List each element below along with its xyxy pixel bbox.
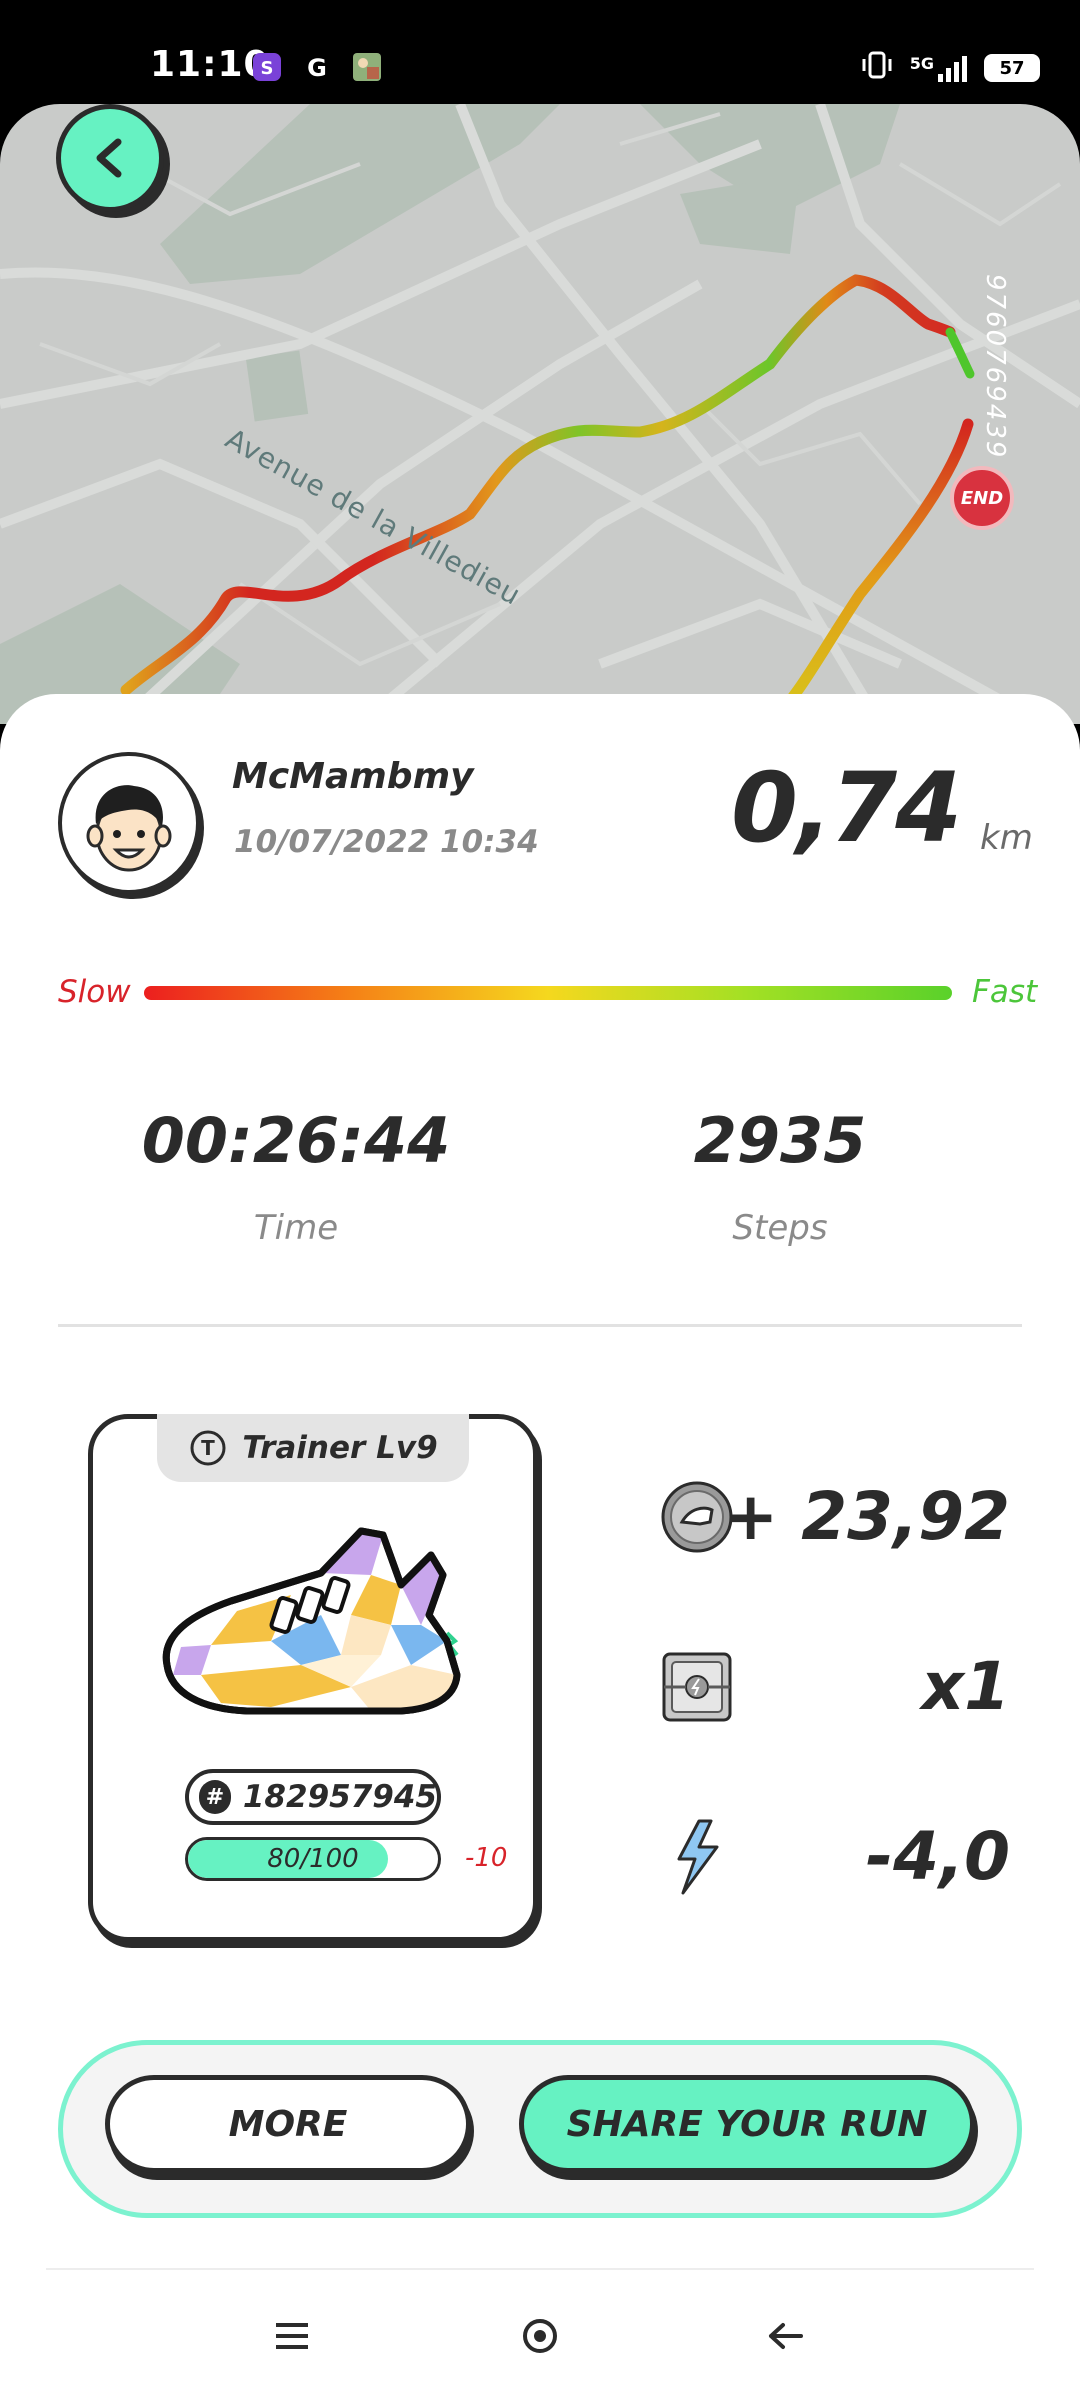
- distance-value: 0,74: [731, 752, 962, 864]
- time-label: Time: [253, 1208, 339, 1248]
- speed-fast-label: Fast: [972, 974, 1038, 1010]
- avatar[interactable]: [58, 752, 200, 894]
- mystery-box-row: x1: [650, 1640, 1010, 1730]
- battery-level: 57: [999, 57, 1025, 79]
- username: McMambmy: [232, 756, 474, 797]
- sneaker-type-tab: T Trainer Lv9: [157, 1414, 469, 1482]
- avatar-face-icon: [86, 785, 172, 872]
- mystery-box-value: x1: [921, 1648, 1011, 1725]
- vibrate-icon: [862, 50, 896, 86]
- action-button-tray: MORE SHARE YOUR RUN: [58, 2040, 1022, 2218]
- speed-slow-label: Slow: [58, 974, 131, 1010]
- chevron-left-icon: [96, 138, 122, 178]
- menu-icon[interactable]: [262, 2306, 322, 2366]
- signal-icon: 5G: [910, 54, 970, 82]
- system-nav-bar: [0, 2274, 1080, 2400]
- steps-label: Steps: [732, 1208, 828, 1248]
- status-notification-icons: S G: [252, 52, 382, 82]
- s-app-icon: S: [252, 52, 282, 82]
- map-id: 9760769439: [980, 274, 1010, 460]
- time-value: 00:26:44: [141, 1104, 451, 1177]
- g-app-icon: G: [302, 52, 332, 82]
- nav-divider: [46, 2268, 1034, 2270]
- end-marker: END: [950, 466, 1014, 530]
- sneaker-id-badge: # 182957945: [185, 1769, 441, 1825]
- sneaker-type-label: Trainer Lv9: [242, 1430, 438, 1466]
- svg-text:G: G: [307, 54, 327, 82]
- home-icon[interactable]: [510, 2306, 570, 2366]
- token-reward-value: + 23,92: [722, 1478, 1010, 1555]
- back-button[interactable]: [56, 104, 164, 212]
- status-system-icons: 5G 57: [862, 50, 1040, 86]
- photo-app-icon: [352, 52, 382, 82]
- durability-bar: 80/100: [185, 1837, 441, 1881]
- sneaker-id: 182957945: [242, 1779, 437, 1815]
- distance-unit: km: [980, 818, 1033, 858]
- back-arrow-icon[interactable]: [756, 2306, 816, 2366]
- run-date: 10/07/2022 10:34: [234, 824, 539, 860]
- map-graphic: [0, 104, 1080, 724]
- speed-gradient-bar: [144, 986, 952, 1000]
- token-reward-row: + 23,92: [650, 1470, 1010, 1560]
- lightning-icon: [660, 1819, 734, 1895]
- steps-value: 2935: [693, 1104, 867, 1177]
- status-bar: 11:10 S G 5G 57: [0, 0, 1080, 104]
- route-map[interactable]: Avenue de la Villedieu 9760769439 END: [0, 104, 1080, 724]
- sneaker-card[interactable]: T Trainer Lv9 # 182957945 80/100 -10: [88, 1414, 538, 1942]
- energy-value: -4,0: [865, 1818, 1010, 1895]
- divider: [58, 1324, 1022, 1327]
- svg-text:T: T: [202, 1436, 216, 1460]
- more-button[interactable]: MORE: [105, 2075, 471, 2173]
- hash-icon: #: [199, 1780, 231, 1814]
- durability-change: -10: [465, 1843, 508, 1873]
- mystery-box-icon: [660, 1650, 734, 1724]
- sneaker-image: [162, 1527, 461, 1715]
- share-your-run-button[interactable]: SHARE YOUR RUN: [519, 2075, 975, 2173]
- svg-text:S: S: [261, 58, 274, 79]
- trainer-type-icon: T: [190, 1430, 226, 1466]
- run-summary-card: McMambmy 10/07/2022 10:34 0,74 km Slow F…: [0, 694, 1080, 2400]
- durability-text: 80/100: [267, 1844, 359, 1874]
- battery-icon: 57: [984, 54, 1040, 82]
- energy-row: -4,0: [650, 1810, 1010, 1900]
- network-type: 5G: [909, 54, 934, 73]
